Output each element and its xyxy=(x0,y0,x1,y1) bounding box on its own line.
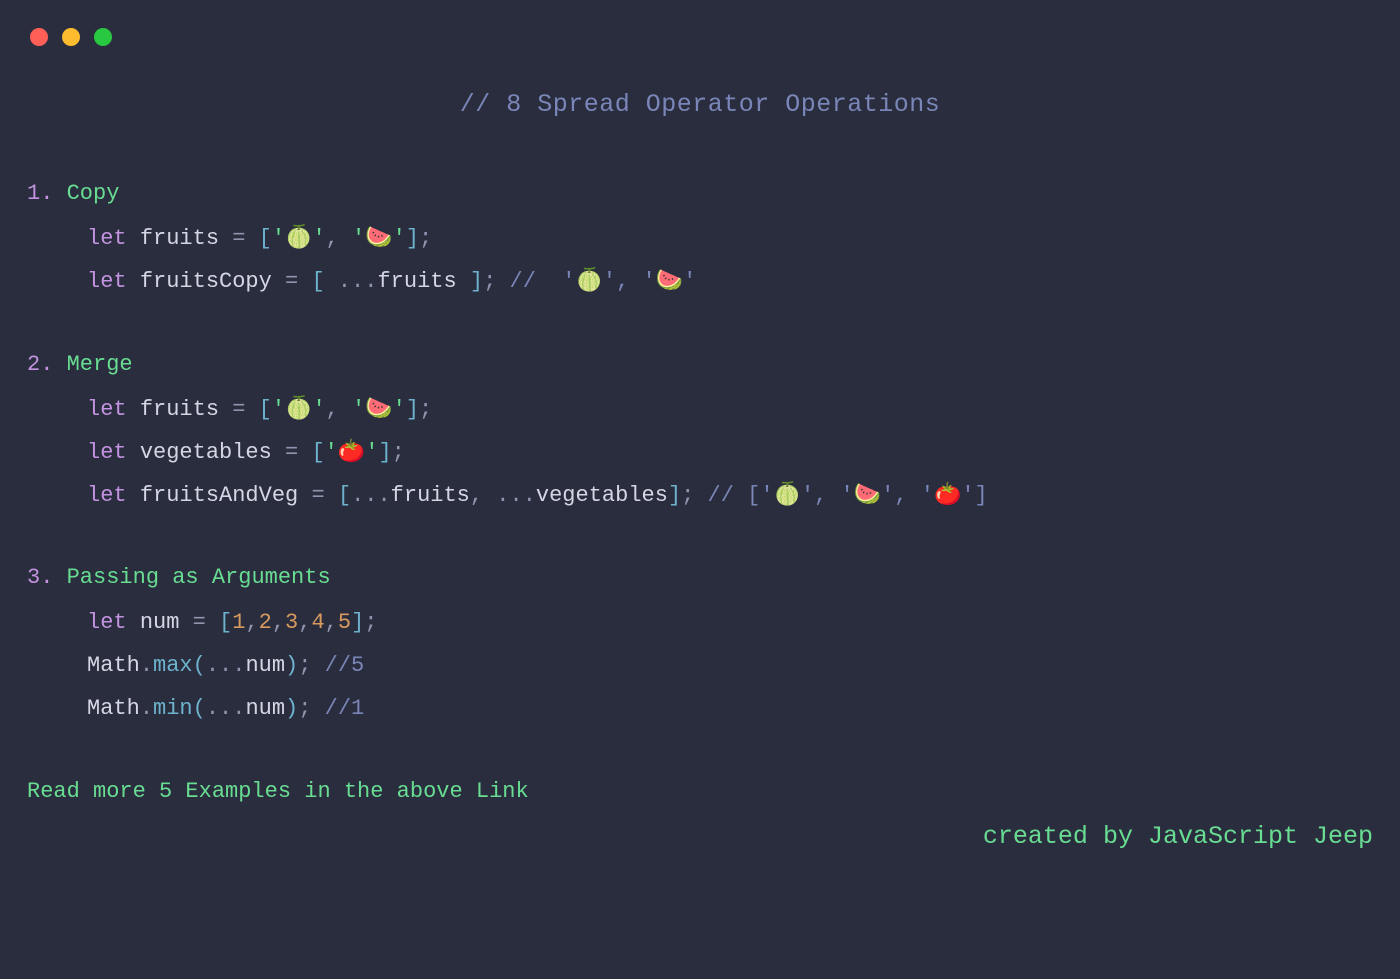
maximize-icon[interactable] xyxy=(94,28,112,46)
close-icon[interactable] xyxy=(30,28,48,46)
section-title: Passing as Arguments xyxy=(67,565,331,590)
code-line: let fruits = ['🍈', '🍉']; xyxy=(27,218,1373,261)
code-line: Math.min(...num); //1 xyxy=(27,688,1373,731)
section-number: 1. xyxy=(27,181,53,206)
code-line: let fruitsCopy = [ ...fruits ]; // '🍈', … xyxy=(27,261,1373,304)
code-line: let num = [1,2,3,4,5]; xyxy=(27,602,1373,645)
code-line: let fruits = ['🍈', '🍉']; xyxy=(27,389,1373,432)
title-comment: // 8 Spread Operator Operations xyxy=(27,90,1373,119)
code-content: // 8 Spread Operator Operations 1. Copy … xyxy=(0,0,1400,851)
code-line: let vegetables = ['🍅']; xyxy=(27,432,1373,475)
section-heading: 1. Copy xyxy=(27,181,1373,206)
section-number: 3. xyxy=(27,565,53,590)
section-title: Copy xyxy=(67,181,120,206)
minimize-icon[interactable] xyxy=(62,28,80,46)
credit-text: created by JavaScript Jeep xyxy=(27,822,1373,851)
section-merge: 2. Merge let fruits = ['🍈', '🍉']; let ve… xyxy=(27,352,1373,518)
code-line: Math.max(...num); //5 xyxy=(27,645,1373,688)
read-more-text: Read more 5 Examples in the above Link xyxy=(27,779,1373,804)
section-copy: 1. Copy let fruits = ['🍈', '🍉']; let fru… xyxy=(27,181,1373,304)
section-heading: 3. Passing as Arguments xyxy=(27,565,1373,590)
window-controls xyxy=(30,28,112,46)
section-title: Merge xyxy=(67,352,133,377)
section-number: 2. xyxy=(27,352,53,377)
section-heading: 2. Merge xyxy=(27,352,1373,377)
section-arguments: 3. Passing as Arguments let num = [1,2,3… xyxy=(27,565,1373,731)
code-line: let fruitsAndVeg = [...fruits, ...vegeta… xyxy=(27,475,1373,518)
